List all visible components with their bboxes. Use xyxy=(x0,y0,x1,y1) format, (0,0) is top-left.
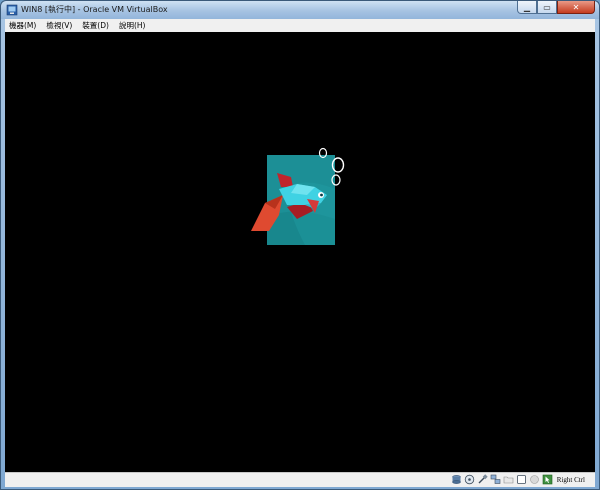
title-bar[interactable]: WIN8 [執行中] - Oracle VM VirtualBox ▁ ▭ ✕ xyxy=(1,1,599,19)
host-key-label: Right Ctrl xyxy=(556,475,585,484)
minimize-button[interactable]: ▁ xyxy=(517,1,537,14)
status-bar: Right Ctrl xyxy=(5,472,595,487)
menu-devices[interactable]: 裝置(D) xyxy=(77,19,114,32)
betta-fish-logo xyxy=(251,147,345,245)
virtualbox-window: WIN8 [執行中] - Oracle VM VirtualBox ▁ ▭ ✕ … xyxy=(0,0,600,490)
hard-disk-icon[interactable] xyxy=(451,474,462,485)
shared-folders-icon[interactable] xyxy=(503,474,514,485)
menu-view[interactable]: 檢視(V) xyxy=(41,19,77,32)
mouse-integration-icon[interactable] xyxy=(542,474,553,485)
menu-bar: 機器(M) 檢視(V) 裝置(D) 說明(H) xyxy=(5,19,595,32)
menu-help[interactable]: 說明(H) xyxy=(114,19,151,32)
virtualbox-app-icon[interactable] xyxy=(6,4,18,16)
close-icon: ✕ xyxy=(572,2,580,12)
video-capture-icon[interactable] xyxy=(529,474,540,485)
optical-drive-icon[interactable] xyxy=(464,474,475,485)
status-indicators: Right Ctrl xyxy=(451,474,585,485)
window-controls: ▁ ▭ ✕ xyxy=(517,1,595,15)
maximize-button[interactable]: ▭ xyxy=(537,1,557,14)
network-icon[interactable] xyxy=(490,474,501,485)
window-title: WIN8 [執行中] - Oracle VM VirtualBox xyxy=(21,5,168,14)
display-icon[interactable] xyxy=(516,474,527,485)
guest-display[interactable] xyxy=(5,32,595,472)
menu-machine[interactable]: 機器(M) xyxy=(5,19,41,32)
minimize-icon: ▁ xyxy=(523,2,531,12)
maximize-icon: ▭ xyxy=(543,2,551,12)
close-button[interactable]: ✕ xyxy=(557,1,595,14)
usb-icon[interactable] xyxy=(477,474,488,485)
